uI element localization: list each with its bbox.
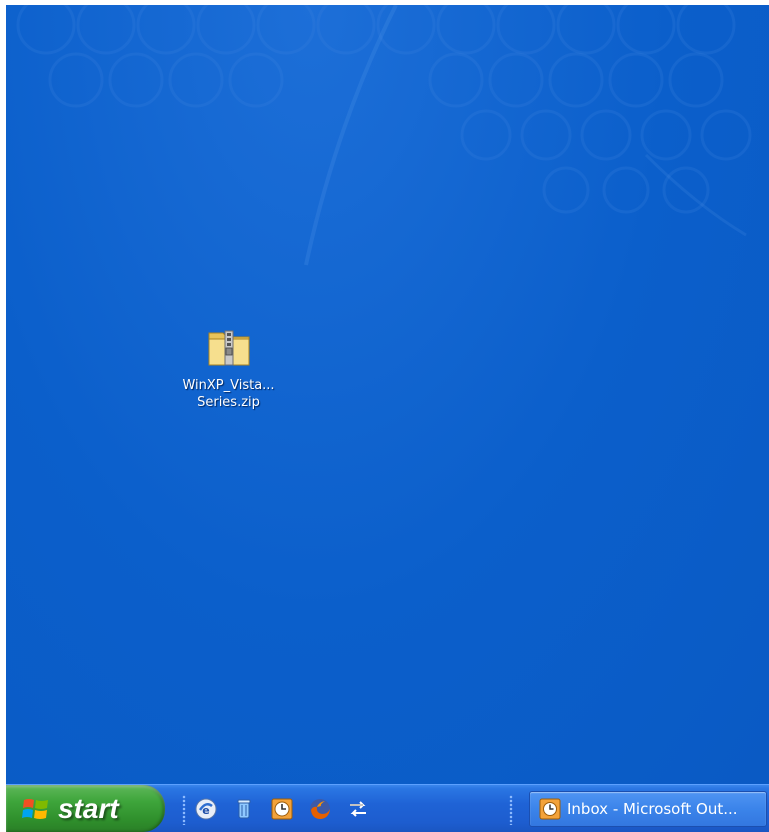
quick-launch-bar: e [194, 785, 384, 832]
start-button[interactable]: start [6, 785, 165, 832]
desktop[interactable]: WinXP_Vista... Series.zip [6, 5, 769, 784]
label-line-1: WinXP_Vista... [182, 378, 275, 393]
zip-folder-icon [205, 323, 253, 371]
label-line-2: Series.zip [197, 395, 260, 410]
taskbar-button-inbox[interactable]: Inbox - Microsoft Out... [529, 791, 767, 827]
start-label: start [58, 792, 119, 824]
windows-flag-icon [22, 798, 48, 819]
firefox-icon[interactable] [308, 797, 332, 821]
sync-arrows-icon[interactable] [346, 797, 370, 821]
recycle-bin-icon[interactable] [232, 797, 256, 821]
taskbar: start e Inbox - Microsoft Out... [6, 784, 769, 832]
taskbar-button-label: Inbox - Microsoft Out... [567, 800, 738, 818]
outlook-icon [539, 798, 561, 820]
task-area-grip[interactable] [509, 795, 513, 825]
desktop-icon-label: WinXP_Vista... Series.zip [166, 377, 291, 411]
wallpaper-pattern [16, 5, 752, 266]
show-desktop-icon[interactable]: e [194, 797, 218, 821]
outlook-clock-icon[interactable] [270, 797, 294, 821]
quick-launch-grip[interactable] [182, 795, 186, 825]
desktop-icon-zip-file[interactable]: WinXP_Vista... Series.zip [166, 323, 291, 411]
svg-text:e: e [202, 804, 209, 817]
